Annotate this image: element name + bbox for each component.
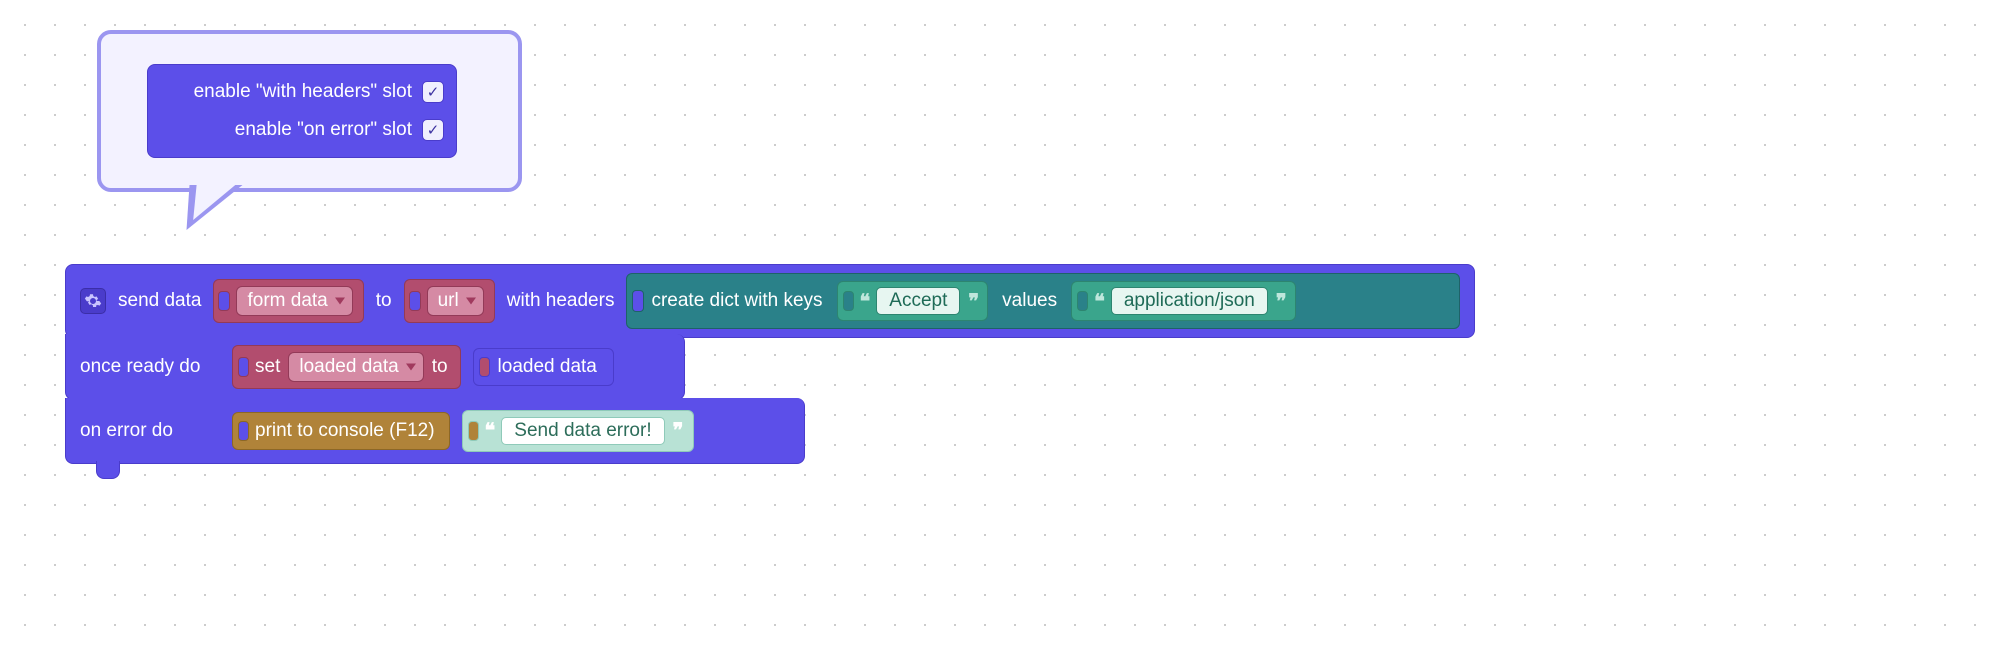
string-application-json[interactable]: application/json [1111, 287, 1268, 315]
loaded-data-value-block[interactable]: loaded data [473, 348, 614, 386]
string-accept[interactable]: Accept [876, 287, 960, 315]
popup-tail [169, 185, 243, 230]
variable-url[interactable]: url [427, 286, 484, 316]
set-label: set [255, 356, 280, 378]
dict-key-slot[interactable]: ❝ Accept ❞ [837, 281, 989, 321]
quote-open-icon: ❝ [1094, 289, 1103, 314]
mutator-option-label: enable "with headers" slot [194, 81, 412, 103]
send-data-label: send data [118, 290, 201, 312]
dict-value-slot[interactable]: ❝ application/json ❞ [1071, 281, 1296, 321]
quote-open-icon: ❝ [860, 289, 869, 314]
mutator-option-label: enable "on error" slot [235, 119, 412, 141]
set-variable-block[interactable]: set loaded data to [232, 345, 461, 389]
once-ready-label: once ready do [80, 356, 220, 378]
print-console-label: print to console (F12) [255, 420, 435, 442]
mutator-option-with-headers: enable "with headers" slot ✓ [160, 73, 444, 111]
block-connector-nub [96, 461, 120, 479]
mutator-popup: enable "with headers" slot ✓ enable "on … [97, 30, 522, 192]
url-input-slot[interactable]: url [404, 279, 495, 323]
checkbox-on-error[interactable]: ✓ [422, 119, 444, 141]
on-error-label: on error do [80, 420, 220, 442]
error-message-slot[interactable]: ❝ Send data error! ❞ [462, 410, 695, 452]
create-dict-label: create dict with keys [651, 290, 822, 312]
once-ready-row[interactable]: once ready do set loaded data to loaded … [65, 334, 685, 400]
quote-open-icon: ❝ [485, 418, 494, 443]
create-dict-block[interactable]: create dict with keys ❝ Accept ❞ values … [626, 273, 1460, 329]
loaded-data-value-label: loaded data [498, 356, 597, 377]
gear-icon[interactable] [80, 288, 106, 314]
values-label: values [1002, 290, 1057, 312]
mutator-option-on-error: enable "on error" slot ✓ [160, 111, 444, 149]
mutator-options-block[interactable]: enable "with headers" slot ✓ enable "on … [147, 64, 457, 158]
on-error-row[interactable]: on error do print to console (F12) ❝ Sen… [65, 398, 805, 464]
quote-close-icon: ❞ [1276, 289, 1285, 314]
send-data-block[interactable]: send data form data to url with headers … [65, 264, 1475, 338]
to-label: to [376, 290, 392, 312]
quote-close-icon: ❞ [968, 289, 977, 314]
send-data-row: send data form data to url with headers … [66, 265, 1474, 337]
print-console-block[interactable]: print to console (F12) [232, 412, 450, 450]
variable-form-data[interactable]: form data [236, 286, 352, 316]
data-input-slot[interactable]: form data [213, 279, 363, 323]
variable-loaded-data[interactable]: loaded data [288, 352, 423, 382]
with-headers-label: with headers [507, 290, 615, 312]
string-error-message[interactable]: Send data error! [501, 417, 664, 445]
to-label: to [432, 356, 448, 378]
checkbox-with-headers[interactable]: ✓ [422, 81, 444, 103]
quote-close-icon: ❞ [673, 418, 682, 443]
